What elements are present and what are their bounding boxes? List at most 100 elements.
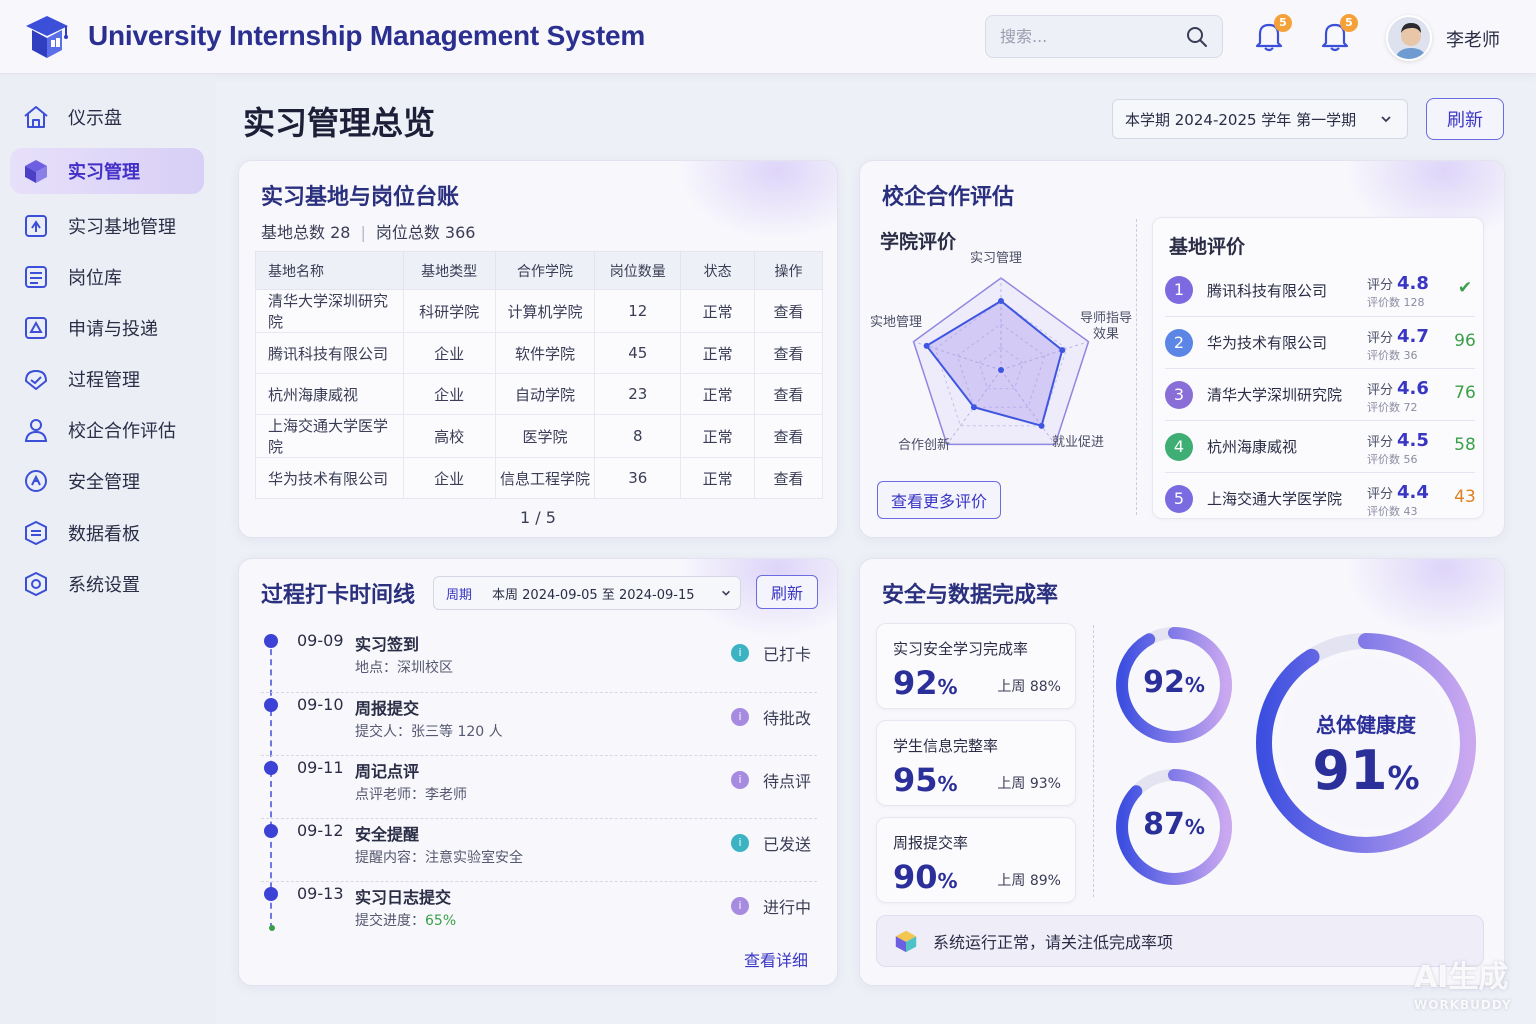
sidebar-item-evaluation[interactable]: 校企合作评估 bbox=[10, 407, 204, 453]
timeline-event: 周报提交 bbox=[355, 699, 420, 718]
ranking-score: 评分 4.5 bbox=[1367, 430, 1429, 451]
view-detail-link[interactable]: 查看详细 bbox=[744, 947, 808, 971]
status-dot-icon: i bbox=[731, 834, 749, 852]
sidebar-item-label: 仪示盘 bbox=[68, 108, 122, 129]
donut-value: 87% bbox=[1143, 807, 1205, 842]
view-link[interactable]: 查看 bbox=[754, 457, 823, 499]
sidebar-item-dashboard[interactable]: 仪示盘 bbox=[10, 94, 204, 140]
kpi-label: 实习安全学习完成率 bbox=[893, 640, 1029, 658]
sidebar-item-internship[interactable]: 实习管理 bbox=[10, 148, 204, 194]
search-input[interactable] bbox=[1000, 27, 1186, 46]
sidebar-item-jobs[interactable]: 岗位库 bbox=[10, 254, 204, 300]
radar-label: 就业促进 bbox=[1051, 435, 1104, 450]
pagination[interactable]: 1 / 5 bbox=[239, 508, 837, 527]
kpi-card: 周报提交率 90% 上周 89% bbox=[876, 817, 1076, 903]
base-name-cell: 华为技术有限公司 bbox=[255, 457, 404, 499]
ledger-table: 基地名称 基地类型 合作学院 岗位数量 状态 操作 清华大学深圳研究院 科研学院计… bbox=[255, 251, 823, 499]
ranking-eval-count: 评价数 72 bbox=[1367, 401, 1418, 414]
sidebar-item-label: 安全管理 bbox=[68, 472, 140, 493]
timeline-item[interactable]: 09-12 安全提醒 提醒内容：注意实验室安全 i 已发送 bbox=[261, 818, 817, 880]
rank-badge: 5 bbox=[1165, 484, 1193, 513]
rank-badge: 3 bbox=[1165, 380, 1193, 409]
avatar[interactable] bbox=[1386, 15, 1432, 61]
radar-label: 实习管理 bbox=[970, 251, 1023, 266]
ranking-base-name: 腾讯科技有限公司 bbox=[1207, 281, 1328, 300]
timeline-item[interactable]: 09-13 实习日志提交 提交进度：65% i 进行中 bbox=[261, 881, 817, 943]
process-icon bbox=[25, 370, 47, 390]
safety-card: 安全与数据完成率 实习安全学习完成率 92% 上周 88% 学生信息完整率 95% 上周 … bbox=[859, 558, 1505, 986]
sidebar-item-apply[interactable]: 申请与投递 bbox=[10, 305, 204, 351]
base-type-cell: 企业 bbox=[402, 457, 496, 499]
ranking-row[interactable]: 1 腾讯科技有限公司 评分 4.8 评价数 128 ✔ bbox=[1165, 264, 1475, 316]
table-header-row: 基地名称 基地类型 合作学院 岗位数量 状态 操作 bbox=[255, 251, 823, 290]
base-type-cell: 企业 bbox=[402, 332, 496, 374]
rank-badge: 1 bbox=[1165, 276, 1193, 304]
divider bbox=[1136, 219, 1137, 515]
sidebar-item-label: 过程管理 bbox=[68, 370, 140, 391]
base-eval-title: 基地评价 bbox=[1169, 236, 1246, 258]
table-row: 腾讯科技有限公司 企业 软件学院 45 正常 查看 bbox=[255, 332, 823, 374]
timeline-detail: 点评老师：李老师 bbox=[355, 787, 467, 803]
radar-label: 导师指导 效果 bbox=[1079, 311, 1132, 342]
radar-label: 实地管理 bbox=[869, 315, 922, 330]
notification-bell-button[interactable]: 5 bbox=[1254, 14, 1292, 52]
ranking-base-name: 杭州海康威视 bbox=[1207, 438, 1298, 456]
view-link[interactable]: 查看 bbox=[754, 373, 823, 415]
user-name[interactable]: 李老师 bbox=[1446, 26, 1500, 52]
safety-icon bbox=[25, 470, 47, 492]
sidebar-item-label: 数据看板 bbox=[68, 524, 140, 545]
view-link[interactable]: 查看 bbox=[754, 289, 823, 333]
kpi-last-week: 上周 88% bbox=[997, 679, 1061, 695]
ranking-row[interactable]: 2 华为技术有限公司 评分 4.7 评价数 36 96 bbox=[1165, 316, 1476, 368]
timeline-dot bbox=[264, 887, 278, 901]
timeline-title: 过程打卡时间线 bbox=[261, 583, 416, 608]
college-cell: 自动学院 bbox=[494, 373, 596, 415]
ranking-base-name: 上海交通大学医学院 bbox=[1207, 490, 1343, 508]
page-title: 实习管理总览 bbox=[243, 104, 436, 142]
ranking-row[interactable]: 4 杭州海康威视 评分 4.5 评价数 56 58 bbox=[1165, 420, 1476, 472]
status-dot-icon: i bbox=[731, 644, 749, 662]
ranking-row[interactable]: 3 清华大学深圳研究院 评分 4.6 评价数 72 76 bbox=[1165, 368, 1476, 420]
timeline-refresh-button[interactable]: 刷新 bbox=[756, 575, 818, 609]
app-title: University Internship Management System bbox=[88, 20, 646, 51]
status-cell: 正常 bbox=[680, 289, 756, 333]
search-box[interactable] bbox=[985, 15, 1223, 58]
divider bbox=[1093, 625, 1094, 897]
timeline-item[interactable]: 09-11 周记点评 点评老师：李老师 i 待点评 bbox=[261, 755, 817, 817]
message-bell-button[interactable]: 5 bbox=[1320, 14, 1358, 52]
column-header: 操作 bbox=[754, 251, 823, 290]
view-more-evaluations-button[interactable]: 查看更多评价 bbox=[877, 481, 1001, 519]
notification-badge: 5 bbox=[1340, 14, 1358, 32]
sidebar-item-safety[interactable]: 安全管理 bbox=[10, 458, 204, 504]
timeline-item[interactable]: 09-10 周报提交 提交人：张三等 120 人 i 待批改 bbox=[261, 692, 817, 754]
kpi-last-week: 上周 89% bbox=[997, 873, 1061, 889]
position-count-cell: 12 bbox=[594, 289, 682, 333]
sidebar-item-data-board[interactable]: 数据看板 bbox=[10, 510, 204, 556]
timeline-item[interactable]: 09-09 实习签到 地点：深圳校区 i 已打卡 bbox=[261, 629, 817, 691]
search-icon[interactable] bbox=[1186, 26, 1208, 48]
term-select[interactable]: 本学期 2024-2025 学年 第一学期 bbox=[1112, 99, 1408, 139]
sidebar-item-label: 实习管理 bbox=[68, 162, 140, 183]
view-link[interactable]: 查看 bbox=[754, 332, 823, 374]
view-link[interactable]: 查看 bbox=[754, 414, 823, 458]
ranking-value: 76 bbox=[1454, 383, 1476, 403]
dashboard-icon bbox=[25, 520, 47, 546]
sidebar-item-base[interactable]: 实习基地管理 bbox=[10, 203, 204, 249]
position-count-cell: 36 bbox=[594, 457, 682, 499]
timeline-event: 安全提醒 bbox=[355, 825, 420, 844]
table-row: 华为技术有限公司 企业 信息工程学院 36 正常 查看 bbox=[255, 457, 823, 499]
base-count: 基地总数 28 bbox=[261, 223, 351, 242]
radar-point bbox=[998, 298, 1004, 304]
ranking-row[interactable]: 5 上海交通大学医学院 评分 4.4 评价数 43 43 bbox=[1165, 472, 1476, 524]
sidebar-item-settings[interactable]: 系统设置 bbox=[10, 561, 204, 607]
ranking-eval-count: 评价数 128 bbox=[1367, 296, 1425, 309]
sidebar-item-process[interactable]: 过程管理 bbox=[10, 356, 204, 402]
ranking-value: ✔ bbox=[1457, 278, 1473, 298]
radar-point bbox=[1059, 347, 1066, 354]
refresh-button[interactable]: 刷新 bbox=[1426, 98, 1504, 140]
base-name-cell: 杭州海康威视 bbox=[255, 373, 404, 415]
evaluation-card: 校企合作评估 学院评价 实习管理 导师指导 效果 就业促进 合作创新 实地管理 … bbox=[859, 160, 1505, 538]
kpi-card: 学生信息完整率 95% 上周 93% bbox=[876, 720, 1076, 806]
base-name-cell: 腾讯科技有限公司 bbox=[255, 332, 404, 374]
period-select[interactable]: 周期 本周 2024-09-05 至 2024-09-15 bbox=[433, 576, 741, 610]
